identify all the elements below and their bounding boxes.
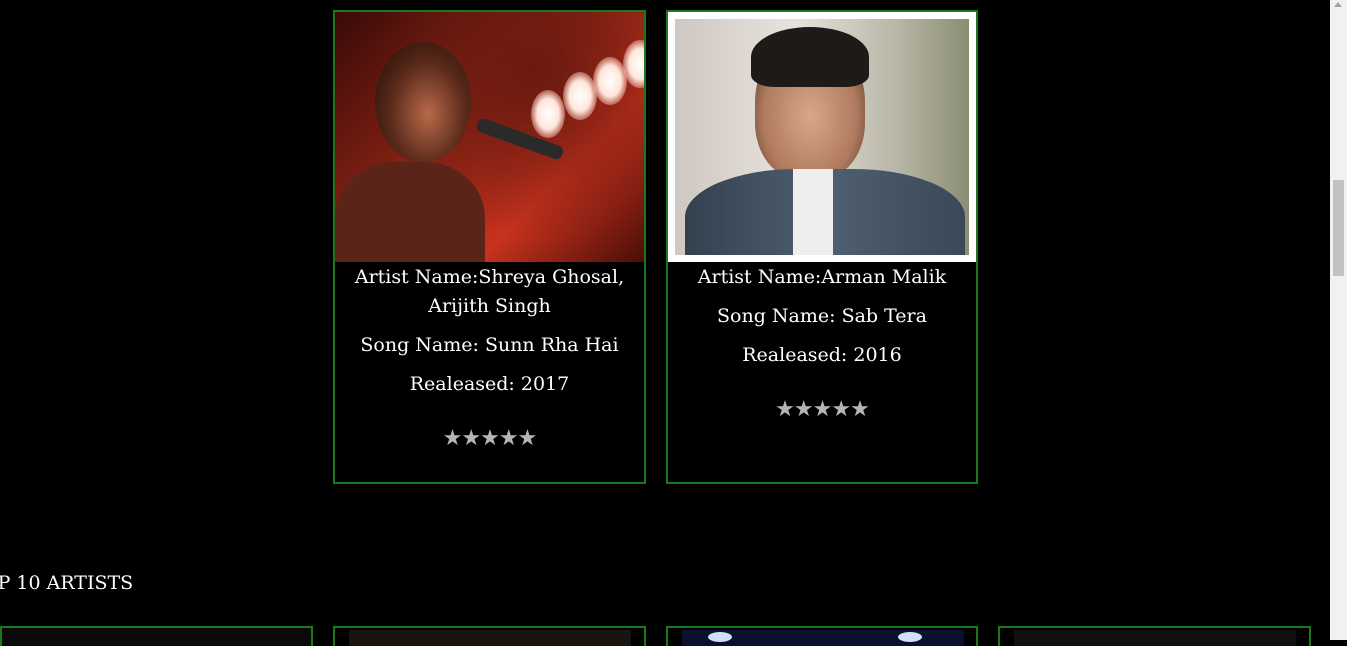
star-icon: ★ bbox=[442, 426, 463, 451]
song-name: Song Name: Sunn Rha Hai bbox=[360, 334, 619, 356]
artist-photo bbox=[668, 12, 976, 262]
artist-name: Artist Name:Arman Malik bbox=[697, 266, 947, 288]
rating: ★★★★★ bbox=[335, 426, 644, 451]
artist-card[interactable] bbox=[666, 626, 978, 646]
artist-card[interactable] bbox=[333, 626, 646, 646]
star-icon: ★ bbox=[812, 397, 833, 422]
song-card: Artist Name:Shreya Ghosal, Arijith Singh… bbox=[333, 10, 646, 484]
release-year: Realeased: 2017 bbox=[409, 373, 570, 395]
release-year: Realeased: 2016 bbox=[742, 344, 902, 366]
artist-card[interactable] bbox=[0, 626, 313, 646]
star-icon: ★ bbox=[831, 397, 851, 422]
artist-photo bbox=[335, 12, 644, 262]
artist-card[interactable] bbox=[998, 626, 1311, 646]
artist-name: Artist Name:Shreya Ghosal, Arijith Singh bbox=[354, 266, 625, 317]
scroll-up-icon[interactable] bbox=[1334, 2, 1342, 7]
star-icon: ★ bbox=[850, 397, 870, 422]
scrollbar[interactable] bbox=[1330, 0, 1347, 640]
star-icon: ★ bbox=[793, 397, 814, 422]
star-icon: ★ bbox=[775, 397, 795, 422]
section-title: OP 10 ARTISTS bbox=[0, 572, 134, 594]
star-icon: ★ bbox=[498, 426, 519, 451]
song-name: Song Name: Sab Tera bbox=[717, 305, 927, 327]
scrollbar-thumb[interactable] bbox=[1333, 180, 1344, 276]
rating: ★★★★★ bbox=[668, 397, 976, 422]
star-icon: ★ bbox=[461, 426, 481, 451]
song-card: Artist Name:Arman Malik Song Name: Sab T… bbox=[666, 10, 978, 484]
star-icon: ★ bbox=[517, 426, 538, 451]
star-icon: ★ bbox=[480, 426, 500, 451]
